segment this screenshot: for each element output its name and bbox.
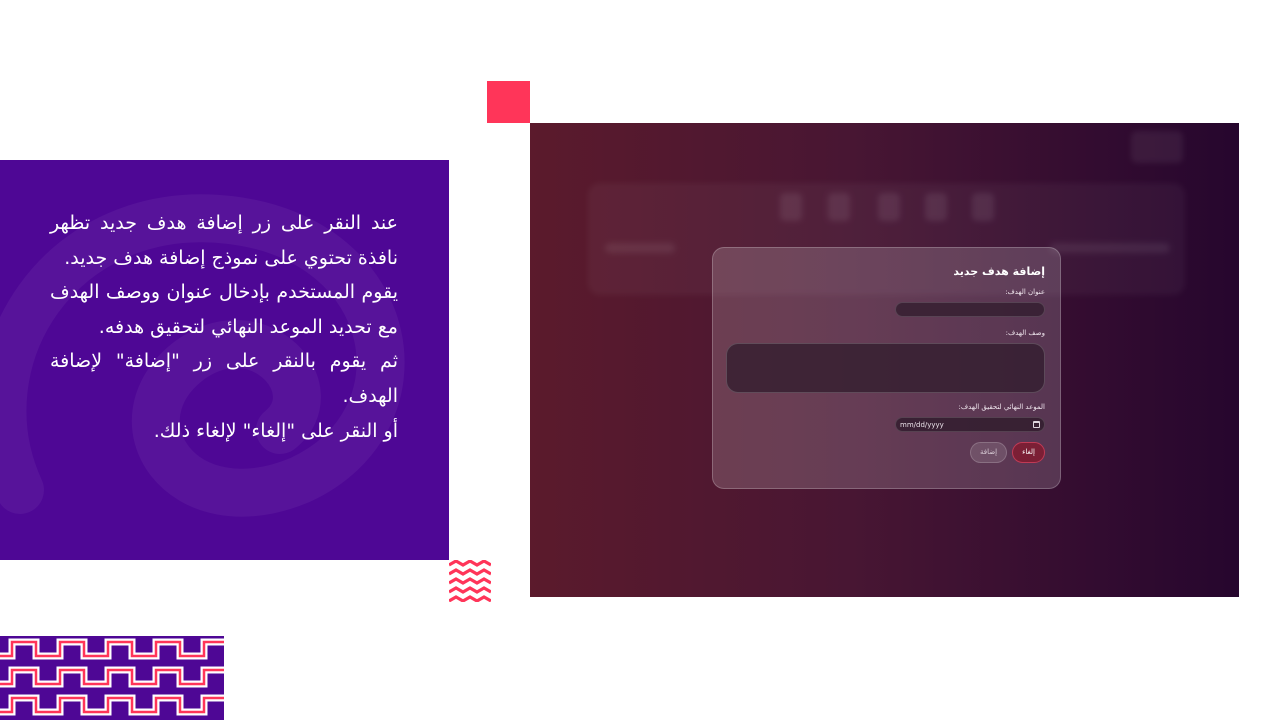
goal-deadline-label: الموعد النهائي لتحقيق الهدف: [958, 403, 1045, 411]
description-panel: عند النقر على زر إضافة هدف جديد تظهر ناف… [0, 160, 449, 560]
goal-title-input[interactable] [895, 302, 1045, 317]
goal-description-textarea[interactable] [726, 343, 1045, 393]
blurred-icon [780, 193, 802, 221]
goal-description-label: وصف الهدف: [1005, 329, 1045, 337]
description-text: عند النقر على زر إضافة هدف جديد تظهر ناف… [50, 206, 398, 448]
add-button[interactable]: إضافة [969, 442, 1008, 463]
blurred-icon [972, 193, 994, 221]
blurred-page-title [1131, 131, 1183, 163]
cancel-button[interactable]: إلغاء [1012, 442, 1045, 463]
date-placeholder: mm/dd/yyyy [900, 420, 944, 429]
app-screenshot: إضافة هدف جديد عنوان الهدف: وصف الهدف: ا… [530, 123, 1239, 597]
description-paragraph: أو النقر على "إلغاء" لإلغاء ذلك. [153, 419, 398, 442]
description-paragraph: ثم يقوم بالنقر على زر "إضافة" لإضافة اله… [50, 350, 398, 407]
add-goal-modal: إضافة هدف جديد عنوان الهدف: وصف الهدف: ا… [712, 247, 1061, 489]
description-paragraph: عند النقر على زر إضافة هدف جديد تظهر ناف… [50, 212, 398, 269]
blurred-icon [828, 193, 850, 221]
description-paragraph: يقوم المستخدم بإدخال عنوان ووصف الهدف مع… [50, 281, 398, 338]
goal-title-label: عنوان الهدف: [1005, 288, 1045, 296]
decorative-pink-square [487, 81, 530, 123]
blurred-icon [878, 193, 900, 221]
blurred-icon [925, 193, 947, 221]
decorative-chevron-pattern [449, 560, 491, 602]
blurred-filter [1050, 243, 1170, 253]
calendar-icon[interactable] [1033, 421, 1040, 428]
goal-deadline-date-input[interactable]: mm/dd/yyyy [895, 417, 1045, 432]
modal-title: إضافة هدف جديد [953, 265, 1045, 278]
decorative-zigzag-pattern [0, 636, 224, 720]
blurred-button [605, 243, 675, 253]
modal-actions: إلغاء إضافة [728, 442, 1045, 463]
